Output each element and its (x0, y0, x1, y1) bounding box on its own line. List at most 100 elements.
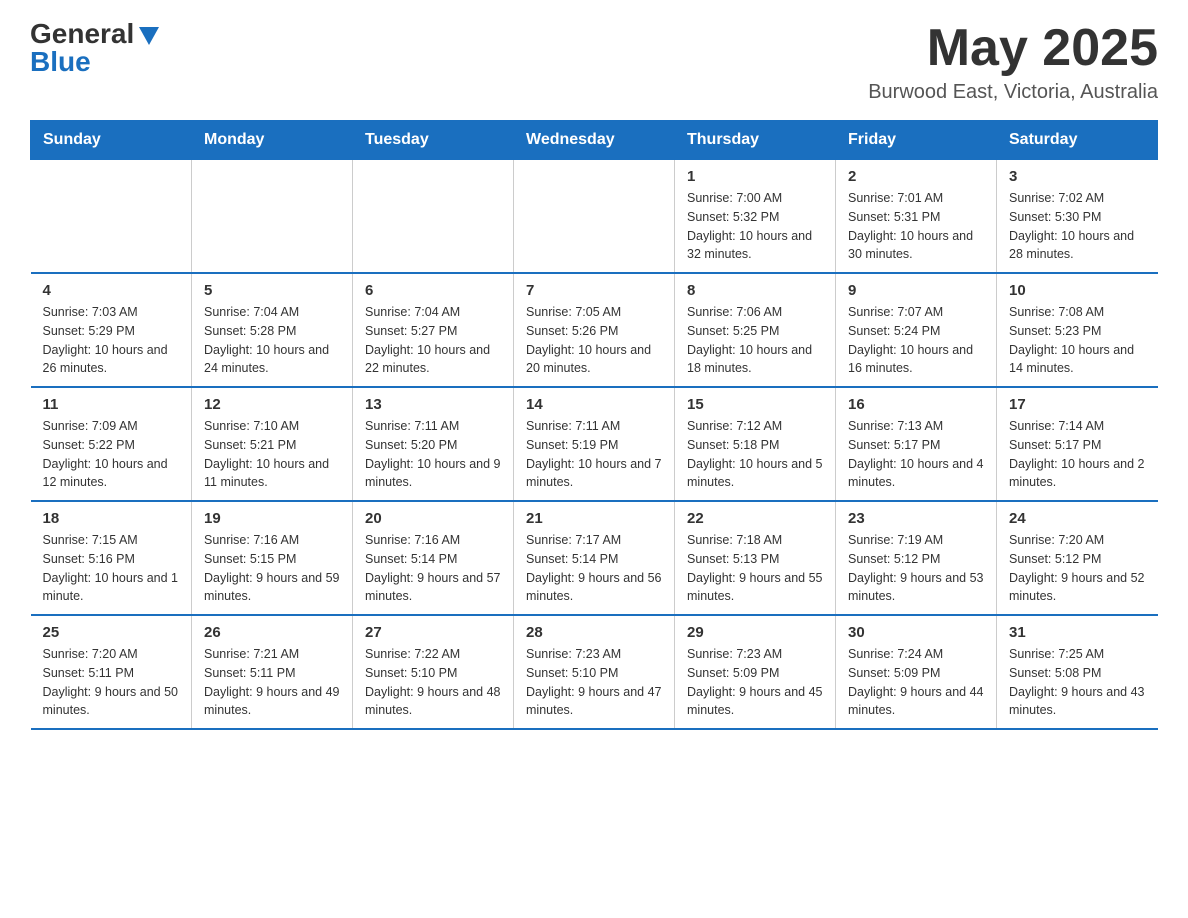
day-info: Sunrise: 7:01 AM Sunset: 5:31 PM Dayligh… (848, 189, 984, 264)
calendar-cell: 8 Sunrise: 7:06 AM Sunset: 5:25 PM Daylig… (675, 273, 836, 387)
calendar-header-row: SundayMondayTuesdayWednesdayThursdayFrid… (31, 121, 1158, 160)
day-number: 23 (848, 510, 984, 527)
calendar-week-row: 4Sunrise: 7:03 AM Sunset: 5:29 PM Daylig… (31, 273, 1158, 387)
calendar-cell: 21 Sunrise: 7:17 AM Sunset: 5:14 PM Dayli… (514, 501, 675, 615)
calendar-cell: 14 Sunrise: 7:11 AM Sunset: 5:19 PM Dayli… (514, 387, 675, 501)
day-number: 29 (687, 624, 823, 641)
day-info: Sunrise: 7:03 AM Sunset: 5:29 PM Dayligh… (43, 303, 180, 378)
day-number: 31 (1009, 624, 1146, 641)
day-number: 19 (204, 510, 340, 527)
day-info: Sunrise: 7:15 AM Sunset: 5:16 PM Dayligh… (43, 531, 180, 606)
calendar-header-tuesday: Tuesday (353, 121, 514, 160)
logo-triangle-icon (139, 27, 159, 45)
day-number: 27 (365, 624, 501, 641)
day-info: Sunrise: 7:21 AM Sunset: 5:11 PM Dayligh… (204, 645, 340, 720)
page-header: General Blue May 2025 Burwood East, Vict… (30, 20, 1158, 104)
calendar-table: SundayMondayTuesdayWednesdayThursdayFrid… (30, 120, 1158, 730)
day-info: Sunrise: 7:13 AM Sunset: 5:17 PM Dayligh… (848, 417, 984, 492)
calendar-cell: 22 Sunrise: 7:18 AM Sunset: 5:13 PM Dayli… (675, 501, 836, 615)
calendar-cell: 23Sunrise: 7:19 AM Sunset: 5:12 PM Dayli… (836, 501, 997, 615)
calendar-cell: 7 Sunrise: 7:05 AM Sunset: 5:26 PM Daylig… (514, 273, 675, 387)
day-number: 22 (687, 510, 823, 527)
calendar-cell: 16Sunrise: 7:13 AM Sunset: 5:17 PM Dayli… (836, 387, 997, 501)
day-info: Sunrise: 7:16 AM Sunset: 5:14 PM Dayligh… (365, 531, 501, 606)
logo-blue-text: Blue (30, 48, 91, 76)
day-number: 18 (43, 510, 180, 527)
title-section: May 2025 Burwood East, Victoria, Austral… (868, 20, 1158, 104)
month-year-title: May 2025 (868, 20, 1158, 77)
calendar-week-row: 11 Sunrise: 7:09 AM Sunset: 5:22 PM Dayli… (31, 387, 1158, 501)
logo-general-text: General (30, 20, 134, 48)
calendar-cell: 1Sunrise: 7:00 AM Sunset: 5:32 PM Daylig… (675, 160, 836, 274)
day-info: Sunrise: 7:02 AM Sunset: 5:30 PM Dayligh… (1009, 189, 1146, 264)
day-info: Sunrise: 7:25 AM Sunset: 5:08 PM Dayligh… (1009, 645, 1146, 720)
day-info: Sunrise: 7:11 AM Sunset: 5:20 PM Dayligh… (365, 417, 501, 492)
calendar-cell: 2 Sunrise: 7:01 AM Sunset: 5:31 PM Daylig… (836, 160, 997, 274)
calendar-cell (192, 160, 353, 274)
day-info: Sunrise: 7:12 AM Sunset: 5:18 PM Dayligh… (687, 417, 823, 492)
day-info: Sunrise: 7:04 AM Sunset: 5:27 PM Dayligh… (365, 303, 501, 378)
day-number: 9 (848, 282, 984, 299)
calendar-cell: 19 Sunrise: 7:16 AM Sunset: 5:15 PM Dayli… (192, 501, 353, 615)
day-info: Sunrise: 7:06 AM Sunset: 5:25 PM Dayligh… (687, 303, 823, 378)
day-number: 26 (204, 624, 340, 641)
calendar-cell: 4Sunrise: 7:03 AM Sunset: 5:29 PM Daylig… (31, 273, 192, 387)
day-info: Sunrise: 7:00 AM Sunset: 5:32 PM Dayligh… (687, 189, 823, 264)
day-info: Sunrise: 7:17 AM Sunset: 5:14 PM Dayligh… (526, 531, 662, 606)
calendar-cell: 5Sunrise: 7:04 AM Sunset: 5:28 PM Daylig… (192, 273, 353, 387)
day-info: Sunrise: 7:09 AM Sunset: 5:22 PM Dayligh… (43, 417, 180, 492)
calendar-cell: 29Sunrise: 7:23 AM Sunset: 5:09 PM Dayli… (675, 615, 836, 729)
day-number: 5 (204, 282, 340, 299)
calendar-cell: 27 Sunrise: 7:22 AM Sunset: 5:10 PM Dayli… (353, 615, 514, 729)
calendar-cell: 9 Sunrise: 7:07 AM Sunset: 5:24 PM Daylig… (836, 273, 997, 387)
day-number: 30 (848, 624, 984, 641)
day-info: Sunrise: 7:10 AM Sunset: 5:21 PM Dayligh… (204, 417, 340, 492)
calendar-cell: 6 Sunrise: 7:04 AM Sunset: 5:27 PM Daylig… (353, 273, 514, 387)
day-number: 6 (365, 282, 501, 299)
day-info: Sunrise: 7:20 AM Sunset: 5:12 PM Dayligh… (1009, 531, 1146, 606)
day-number: 7 (526, 282, 662, 299)
day-number: 17 (1009, 396, 1146, 413)
day-info: Sunrise: 7:18 AM Sunset: 5:13 PM Dayligh… (687, 531, 823, 606)
day-number: 20 (365, 510, 501, 527)
day-number: 25 (43, 624, 180, 641)
day-number: 8 (687, 282, 823, 299)
day-number: 2 (848, 168, 984, 185)
day-number: 24 (1009, 510, 1146, 527)
calendar-cell (353, 160, 514, 274)
day-info: Sunrise: 7:22 AM Sunset: 5:10 PM Dayligh… (365, 645, 501, 720)
day-number: 11 (43, 396, 180, 413)
day-info: Sunrise: 7:16 AM Sunset: 5:15 PM Dayligh… (204, 531, 340, 606)
logo: General Blue (30, 20, 159, 76)
calendar-week-row: 18 Sunrise: 7:15 AM Sunset: 5:16 PM Dayli… (31, 501, 1158, 615)
calendar-cell: 24 Sunrise: 7:20 AM Sunset: 5:12 PM Dayli… (997, 501, 1158, 615)
calendar-week-row: 1Sunrise: 7:00 AM Sunset: 5:32 PM Daylig… (31, 160, 1158, 274)
calendar-cell: 17 Sunrise: 7:14 AM Sunset: 5:17 PM Dayli… (997, 387, 1158, 501)
calendar-cell: 15 Sunrise: 7:12 AM Sunset: 5:18 PM Dayli… (675, 387, 836, 501)
day-info: Sunrise: 7:23 AM Sunset: 5:10 PM Dayligh… (526, 645, 662, 720)
day-number: 12 (204, 396, 340, 413)
calendar-cell: 18 Sunrise: 7:15 AM Sunset: 5:16 PM Dayli… (31, 501, 192, 615)
day-info: Sunrise: 7:14 AM Sunset: 5:17 PM Dayligh… (1009, 417, 1146, 492)
day-info: Sunrise: 7:08 AM Sunset: 5:23 PM Dayligh… (1009, 303, 1146, 378)
calendar-header-thursday: Thursday (675, 121, 836, 160)
calendar-cell: 31 Sunrise: 7:25 AM Sunset: 5:08 PM Dayli… (997, 615, 1158, 729)
day-number: 15 (687, 396, 823, 413)
calendar-cell: 26 Sunrise: 7:21 AM Sunset: 5:11 PM Dayli… (192, 615, 353, 729)
day-info: Sunrise: 7:05 AM Sunset: 5:26 PM Dayligh… (526, 303, 662, 378)
calendar-cell (31, 160, 192, 274)
day-number: 28 (526, 624, 662, 641)
day-info: Sunrise: 7:07 AM Sunset: 5:24 PM Dayligh… (848, 303, 984, 378)
day-number: 10 (1009, 282, 1146, 299)
day-number: 21 (526, 510, 662, 527)
calendar-header-saturday: Saturday (997, 121, 1158, 160)
calendar-cell: 20 Sunrise: 7:16 AM Sunset: 5:14 PM Dayli… (353, 501, 514, 615)
calendar-week-row: 25 Sunrise: 7:20 AM Sunset: 5:11 PM Dayli… (31, 615, 1158, 729)
location-subtitle: Burwood East, Victoria, Australia (868, 81, 1158, 104)
day-info: Sunrise: 7:24 AM Sunset: 5:09 PM Dayligh… (848, 645, 984, 720)
day-number: 14 (526, 396, 662, 413)
calendar-cell: 28 Sunrise: 7:23 AM Sunset: 5:10 PM Dayli… (514, 615, 675, 729)
day-info: Sunrise: 7:11 AM Sunset: 5:19 PM Dayligh… (526, 417, 662, 492)
day-info: Sunrise: 7:20 AM Sunset: 5:11 PM Dayligh… (43, 645, 180, 720)
calendar-header-sunday: Sunday (31, 121, 192, 160)
